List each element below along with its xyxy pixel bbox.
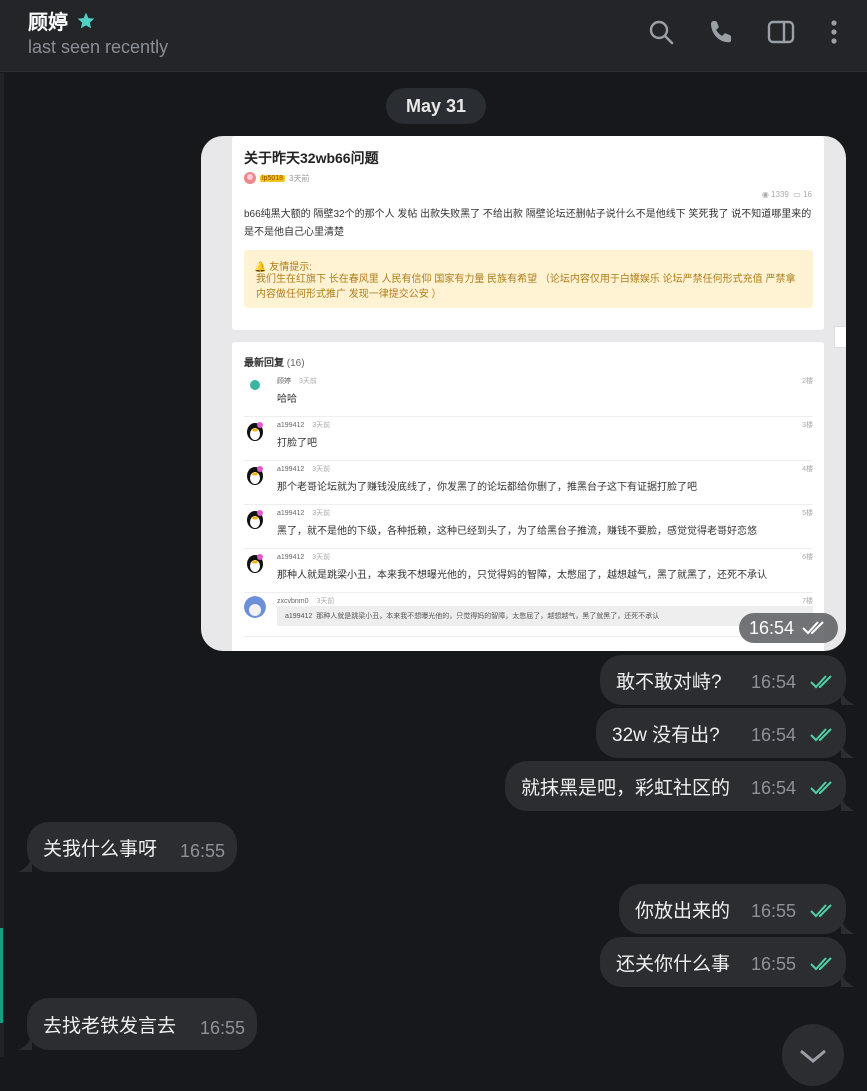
- phone-icon[interactable]: [708, 18, 736, 46]
- reply-text: 那种人就是跳梁小丑，本来我不想曝光他的，只觉得妈的智障，太憋屈了，越想越气，黑了…: [277, 570, 767, 581]
- image-time-text: 16:54: [748, 617, 794, 638]
- contact-name[interactable]: 顾婷: [28, 6, 68, 35]
- penguin-avatar: [247, 466, 263, 485]
- message-time: 16:55: [750, 901, 796, 921]
- penguin-avatar: [247, 554, 263, 573]
- post-time: 3天前: [289, 173, 310, 183]
- message-text: 敢不敢对峙?: [616, 671, 722, 693]
- outgoing-message[interactable]: 敢不敢对峙? 16:54: [600, 655, 846, 705]
- penguin-avatar: [247, 510, 263, 529]
- forum-post-card: 关于昨天32wb66问题 lp5018 3天前 ◉ 1339 ▭ 16 b66纯…: [232, 136, 824, 330]
- bubble-tail: [841, 744, 855, 758]
- message-text: 你放出来的: [635, 900, 731, 922]
- sidebar-toggle-icon[interactable]: [767, 18, 795, 46]
- read-check-icon: [810, 728, 832, 742]
- image-message[interactable]: 关于昨天32wb66问题 lp5018 3天前 ◉ 1339 ▭ 16 b66纯…: [201, 136, 846, 651]
- message-text: 32w 没有出?: [612, 724, 720, 746]
- star-icon: [77, 12, 95, 28]
- bubble-tail: [841, 920, 855, 934]
- incoming-message[interactable]: 关我什么事呀 16:55: [27, 822, 237, 872]
- replies-header: 最新回复 (16): [244, 358, 305, 369]
- reply-row: 顾婷 3天前 2楼哈哈: [244, 372, 813, 417]
- search-icon[interactable]: [647, 18, 675, 46]
- image-message-time: 16:54: [738, 613, 838, 643]
- contact-status: last seen recently: [28, 37, 169, 57]
- reply-text: 那个老哥论坛就为了赚钱没底线了，你发黑了的论坛都给你删了，推黑台子这下有证据打脸…: [277, 482, 697, 493]
- chevron-down-icon: [800, 1049, 826, 1063]
- message-time: 16:54: [750, 672, 796, 692]
- contact-title-row[interactable]: 顾婷: [28, 6, 96, 35]
- reply-text: 哈哈: [277, 394, 297, 405]
- bubble-tail: [841, 797, 855, 811]
- side-stub: [834, 326, 846, 348]
- read-check-icon: [810, 904, 832, 918]
- comments-count: 16: [803, 190, 812, 199]
- reply-row: zxcvbnm0 3天前 7楼 a199412 那种人就是跳梁小丑，本来我不想曝光他的，…: [244, 592, 813, 637]
- chat-header: 顾婷 last seen recently: [0, 0, 867, 72]
- forum-replies-card: 最新回复 (16) 顾婷 3天前 2楼 哈哈 a199412 3天前 3楼 打脸了吧 a1994…: [232, 342, 824, 651]
- message-time: 16:54: [750, 778, 796, 798]
- reply-quote: a199412 那种人就是跳梁小丑，本来我不想曝光他的，只觉得妈的智障，太憋屈了，…: [277, 606, 813, 626]
- read-check-icon: [810, 957, 832, 971]
- outgoing-message[interactable]: 32w 没有出? 16:54: [596, 708, 846, 758]
- message-time: 16:55: [179, 841, 225, 861]
- reply-avatar: [244, 376, 266, 398]
- penguin-avatar: [247, 422, 263, 441]
- views-count: 1339: [771, 190, 789, 199]
- reply-floor: 4楼: [802, 466, 813, 473]
- reply-row: a199412 3天前 6楼那种人就是跳梁小丑，本来我不想曝光他的，只觉得妈的智障，…: [244, 548, 813, 593]
- message-time: 16:55: [750, 954, 796, 974]
- outgoing-message[interactable]: 就抹黑是吧，彩虹社区的 16:54: [505, 761, 846, 811]
- reply-user: a199412 3天前: [277, 466, 331, 473]
- reply-floor: 2楼: [802, 378, 813, 385]
- reply-floor: 6楼: [802, 554, 813, 561]
- bubble-tail: [18, 1036, 32, 1050]
- reply-row: a199412 3天前 4楼那个老哥论坛就为了赚钱没底线了，你发黑了的论坛都给你删了…: [244, 460, 813, 505]
- scroll-down-button[interactable]: [782, 1024, 844, 1086]
- forum-tip-box: 🔔 友情提示: 我们生在红旗下 长在春风里 人民有信仰 国家有力量 民族有希望 …: [244, 250, 813, 308]
- reply-user: zxcvbnm0 3天前: [277, 598, 335, 605]
- reply-text: 打脸了吧: [277, 438, 317, 449]
- read-check-icon: [810, 675, 832, 689]
- reply-user: a199412 3天前: [277, 554, 331, 561]
- tip-title: 🔔 友情提示:: [254, 262, 313, 273]
- reply-row: a199412 3天前 5楼黑了，就不是他的下级，各种抵赖，这种已经到头了，为了给黑…: [244, 504, 813, 549]
- read-check-icon: [810, 781, 832, 795]
- outgoing-message[interactable]: 你放出来的 16:55: [619, 884, 846, 934]
- message-text: 关我什么事呀: [43, 838, 158, 860]
- reply-floor: 7楼: [802, 598, 813, 605]
- message-text: 就抹黑是吧，彩虹社区的: [521, 777, 731, 799]
- more-vertical-icon[interactable]: [820, 18, 848, 46]
- bubble-tail: [841, 973, 855, 987]
- outgoing-message[interactable]: 还关你什么事 16:55: [600, 937, 846, 987]
- reply-floor: 3楼: [802, 422, 813, 429]
- author-avatar: [244, 172, 256, 184]
- message-time: 16:55: [199, 1018, 245, 1038]
- reply-floor: 5楼: [802, 510, 813, 517]
- reply-user: 顾婷 3天前: [277, 378, 317, 385]
- bubble-tail: [841, 691, 855, 705]
- bubble-tail: [18, 858, 32, 872]
- forum-post-meta: lp5018 3天前: [244, 172, 309, 184]
- message-text: 还关你什么事: [616, 953, 731, 975]
- reply-user: a199412 3天前: [277, 510, 331, 517]
- author-badge: lp5018: [260, 174, 286, 182]
- incoming-message[interactable]: 去找老铁发言去 16:55: [27, 998, 257, 1050]
- reply-row: a199412 3天前 3楼打脸了吧: [244, 416, 813, 461]
- tip-text: 我们生在红旗下 长在春风里 人民有信仰 国家有力量 民族有希望 （论坛内容仅用于…: [256, 274, 796, 300]
- double-check-icon: [802, 621, 824, 635]
- forum-post-body: b66纯黑大额的 隔壁32个的那个人 发帖 出款失败黑了 不给出款 隔壁论坛还删…: [244, 209, 812, 238]
- reply-user: a199412 3天前: [277, 422, 331, 429]
- post-stats: ◉ 1339 ▭ 16: [761, 190, 812, 199]
- left-accent-bar: [0, 928, 3, 1023]
- message-text: 去找老铁发言去: [43, 1015, 177, 1037]
- reply-text: 黑了，就不是他的下级，各种抵赖，这种已经到头了，为了给黑台子推流，赚钱不要脸，感…: [277, 526, 757, 537]
- forum-post-title: 关于昨天32wb66问题: [244, 150, 379, 166]
- date-separator: May 31: [386, 88, 486, 124]
- reply-avatar: [244, 596, 266, 618]
- message-time: 16:54: [750, 725, 796, 745]
